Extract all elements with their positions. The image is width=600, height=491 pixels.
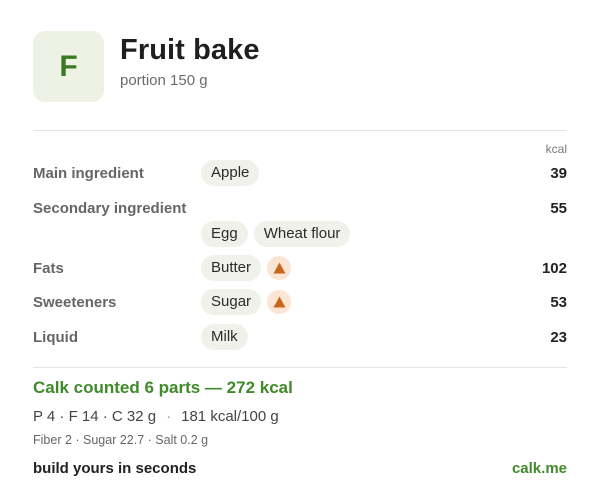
summary-divider — [33, 367, 567, 368]
kcal-liquid: 23 — [550, 329, 567, 346]
row-label-liquid: Liquid — [33, 329, 78, 346]
recipe-avatar: F — [33, 31, 104, 102]
micros-line: Fiber 2 · Sugar 22.7 · Salt 0.2 g — [33, 433, 209, 447]
ingredient-chip-sugar[interactable]: Sugar — [201, 289, 262, 315]
macros-separator: · — [166, 408, 172, 425]
chips-main-ingredient: Apple — [201, 160, 260, 186]
footer-link[interactable]: calk.me — [512, 460, 567, 477]
ingredient-chip-egg[interactable]: Egg — [201, 221, 248, 247]
portion-size: portion 150 g — [120, 72, 208, 89]
recipe-title: Fruit bake — [120, 34, 260, 66]
row-label-fats: Fats — [33, 260, 64, 277]
summary-headline: Calk counted 6 parts — 272 kcal — [33, 378, 293, 397]
row-label-sweeteners: Sweeteners — [33, 294, 117, 311]
header-divider — [33, 130, 567, 131]
ingredient-chip-butter[interactable]: Butter — [201, 255, 262, 281]
kcal-sweeteners: 53 — [550, 294, 567, 311]
avatar-letter: F — [59, 49, 78, 83]
chips-fats: Butter — [201, 255, 292, 281]
chips-secondary-ingredient: Egg Wheat flour — [201, 221, 351, 247]
footer-tagline: build yours in seconds — [33, 460, 197, 477]
ingredient-chip-wheat-flour[interactable]: Wheat flour — [253, 221, 351, 247]
macros-line: P 4 · F 14 · C 32 g · 181 kcal/100 g — [33, 408, 279, 425]
ingredient-chip-milk[interactable]: Milk — [201, 324, 248, 350]
row-label-main-ingredient: Main ingredient — [33, 165, 144, 182]
recipe-card: F Fruit bake portion 150 g kcal Main ing… — [0, 0, 600, 491]
energy-density: 181 kcal/100 g — [181, 408, 279, 425]
ingredient-chip-apple[interactable]: Apple — [201, 160, 260, 186]
macros-values: P 4 · F 14 · C 32 g — [33, 408, 157, 425]
chips-liquid: Milk — [201, 324, 248, 350]
kcal-fats: 102 — [541, 260, 567, 277]
kcal-column-header: kcal — [545, 142, 567, 156]
kcal-main-ingredient: 39 — [550, 165, 567, 182]
warning-triangle-icon[interactable] — [267, 290, 292, 314]
chips-sweeteners: Sugar — [201, 289, 292, 315]
kcal-secondary-ingredient: 55 — [550, 200, 567, 217]
row-label-secondary-ingredient: Secondary ingredient — [33, 200, 187, 217]
warning-triangle-icon[interactable] — [267, 256, 292, 280]
